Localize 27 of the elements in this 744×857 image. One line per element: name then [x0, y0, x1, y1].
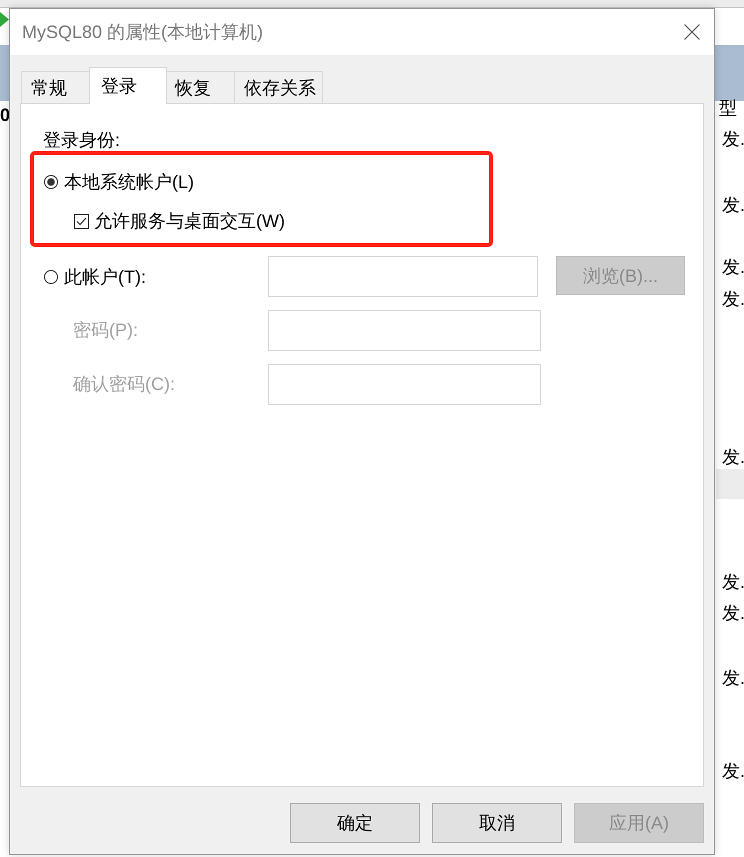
ok-button[interactable]: 确定 [290, 803, 420, 843]
list-cell: 发. [722, 572, 744, 592]
list-cell: 发. [722, 447, 744, 467]
list-cell: 发. [722, 289, 744, 309]
section-label: 登录身份: [43, 129, 122, 151]
password-label: 密码(P): [72, 319, 139, 342]
list-cell: 发. [722, 257, 744, 277]
desktop-interaction-checkbox[interactable]: 允许服务与桌面交互(W) [74, 210, 489, 232]
confirm-password-field[interactable] [268, 364, 541, 405]
list-cell: 发. [722, 129, 744, 149]
list-cell: 0 [0, 105, 9, 125]
list-cell: 发. [722, 195, 744, 215]
this-account-radio[interactable]: 此帐户(T): [44, 256, 253, 297]
confirm-password-label: 确认密码(C): [72, 373, 176, 396]
list-cell: 发. [722, 761, 744, 781]
account-field[interactable] [268, 256, 538, 297]
cancel-button[interactable]: 取消 [432, 803, 562, 843]
list-cell: 发. [722, 603, 744, 623]
password-field[interactable] [268, 310, 541, 351]
list-cell: 发. [722, 668, 744, 688]
window-title: MySQL80 的属性(本地计算机) [22, 21, 264, 44]
tab[interactable]: 登录 [89, 67, 167, 104]
tab[interactable]: 依存关系 [234, 71, 323, 103]
column-header: 型 [719, 98, 737, 118]
close-icon [684, 24, 700, 40]
tab[interactable]: 常规 [21, 71, 91, 103]
local-system-radio[interactable]: 本地系统帐户(L) [44, 171, 489, 193]
